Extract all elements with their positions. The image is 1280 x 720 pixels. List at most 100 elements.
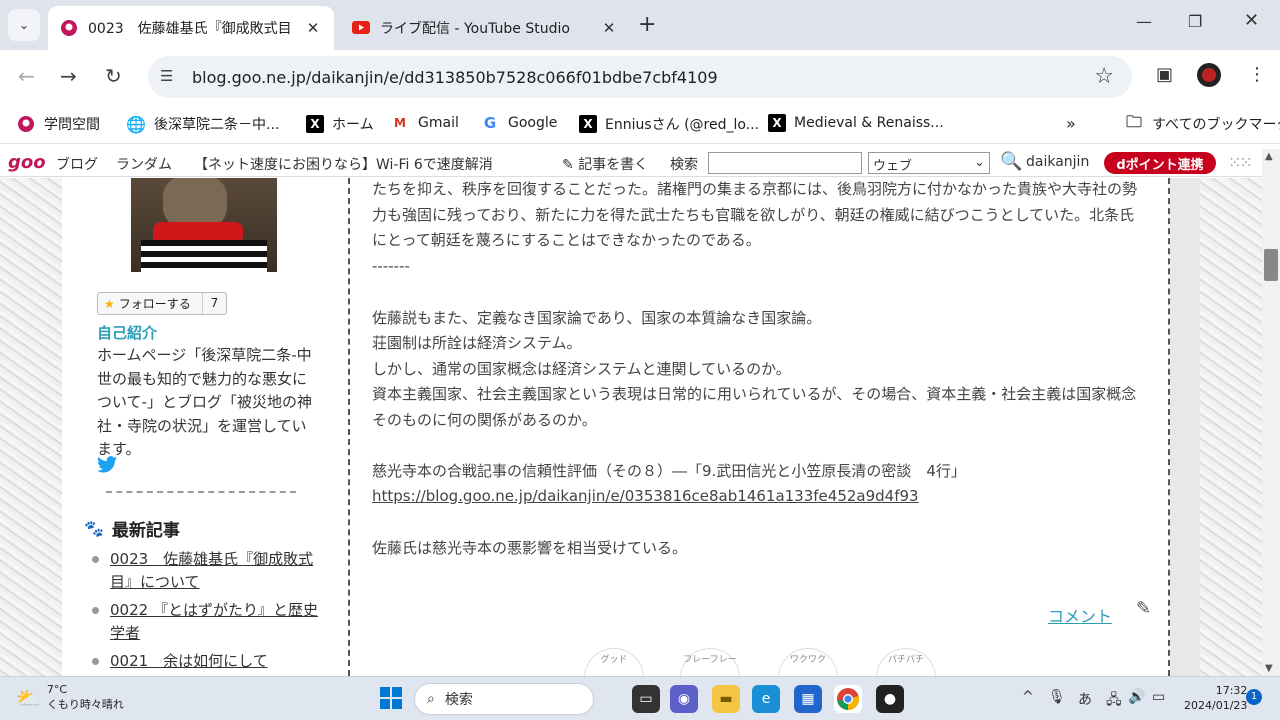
new-tab-button[interactable]: +: [638, 12, 656, 37]
notification-badge[interactable]: 1: [1246, 689, 1262, 705]
scroll-down-icon[interactable]: ▼: [1265, 663, 1273, 674]
bookmark-item[interactable]: M Gmail: [390, 114, 459, 132]
tab-search-button[interactable]: ⌄: [8, 9, 40, 41]
profile-image: [131, 178, 277, 272]
tab-youtube[interactable]: ライブ配信 - YouTube Studio ✕: [340, 6, 630, 50]
article-body: たちを抑え、秩序を回復することだった。諸権門の集まる京都には、後鳥羽院方に付かな…: [348, 178, 1170, 676]
ime-indicator[interactable]: あ: [1078, 689, 1092, 709]
bookmark-star-icon[interactable]: ☆: [1094, 64, 1114, 89]
article-link[interactable]: https://blog.goo.ne.jp/daikanjin/e/03538…: [372, 487, 919, 505]
reaction-excited-button[interactable]: ワクワク: [778, 648, 838, 676]
google-icon: G: [483, 114, 497, 132]
apps-grid-icon[interactable]: ⁙⁙: [1228, 153, 1253, 172]
search-label: 検索: [444, 692, 473, 708]
promo-link[interactable]: 【ネット速度にお困りなら】Wi-Fi 6で速度解消: [194, 154, 493, 174]
microphone-icon[interactable]: 🎙: [1048, 689, 1066, 705]
edge-icon[interactable]: e: [752, 685, 780, 713]
chevron-down-icon: ⌄: [18, 18, 30, 32]
bookmark-item[interactable]: X Medieval & Renaiss...: [768, 114, 944, 132]
random-link[interactable]: ランダム: [116, 154, 172, 174]
write-article-link[interactable]: ✎ 記事を書く: [562, 154, 648, 174]
chrome-icon[interactable]: [834, 685, 862, 713]
user-icon: 🔍: [1000, 151, 1023, 172]
site-info-icon[interactable]: ☰: [160, 67, 173, 85]
scrollbar-thumb[interactable]: [1264, 249, 1278, 281]
obs-icon[interactable]: ●: [876, 685, 904, 713]
dpoint-button[interactable]: dポイント連携: [1104, 152, 1216, 174]
folder-icon: 🗀: [1125, 111, 1142, 131]
bookmark-item[interactable]: X ホーム: [306, 114, 374, 134]
back-icon[interactable]: ←: [18, 64, 35, 88]
x-icon: X: [306, 115, 324, 133]
follow-label: フォローする: [118, 297, 191, 311]
list-item: 0021 余は如何にして: [92, 650, 332, 673]
bookmark-item[interactable]: X Enniusさん (@red_lo...: [579, 114, 759, 134]
all-bookmarks[interactable]: 🗀 すべてのブックマーク: [1124, 111, 1280, 134]
x-icon: X: [579, 115, 597, 133]
bookmark-label: Gmail: [418, 115, 459, 131]
bookmark-label: Medieval & Renaiss...: [794, 115, 944, 131]
reaction-good-button[interactable]: グッド: [584, 648, 644, 676]
latest-articles-heading: 🐾 最新記事: [84, 516, 180, 541]
start-button[interactable]: [380, 687, 402, 709]
window-close-icon[interactable]: ✕: [1244, 10, 1259, 31]
twitter-icon[interactable]: [97, 456, 117, 478]
avatar[interactable]: [1196, 62, 1222, 93]
battery-icon[interactable]: ▭: [1152, 689, 1165, 705]
bookmark-item[interactable]: G Google: [480, 114, 558, 132]
side-panel-icon[interactable]: ▣: [1156, 64, 1173, 85]
self-intro-text: ホームページ「後深草院二条-中世の最も知的で魅力的な悪女について-」とブログ「被…: [97, 346, 312, 458]
reaction-clap-button[interactable]: パチパチ: [876, 648, 936, 676]
pen-icon[interactable]: ✎: [1136, 598, 1151, 619]
minimize-icon[interactable]: —: [1136, 12, 1152, 31]
latest-article-link[interactable]: 0023 佐藤雄基氏『御成敗式目』について: [110, 548, 332, 594]
store-icon[interactable]: ▦: [794, 685, 822, 713]
page-scrollbar[interactable]: ▲ ▼: [1262, 149, 1280, 676]
weather-widget[interactable]: ⛅ 7°C くもり時々晴れ: [16, 683, 124, 712]
article-link-line: https://blog.goo.ne.jp/daikanjin/e/03538…: [372, 484, 1142, 510]
follow-count: 7: [202, 293, 226, 314]
paw-icon: 🐾: [84, 519, 104, 538]
url-text: blog.goo.ne.jp/daikanjin/e/dd313850b7528…: [192, 67, 718, 87]
article-paragraph: 慈光寺本の合戦記事の信頼性評価（その８）―「9.武田信光と小笠原長清の密談 4行…: [372, 462, 966, 480]
clock[interactable]: 17:32 2024/01/23: [1184, 683, 1247, 713]
tab-title: 0023 佐藤雄基氏『御成敗式目: [88, 21, 292, 37]
goo-header-bar: goo ブログ ランダム 【ネット速度にお困りなら】Wi-Fi 6で速度解消 ✎…: [0, 149, 1262, 177]
goo-logo[interactable]: goo: [8, 152, 46, 173]
article-separator: -------: [372, 257, 410, 275]
follow-button[interactable]: ★ フォローする 7: [97, 292, 227, 315]
bookmark-item[interactable]: 🌐 後深草院二条－中...: [126, 114, 279, 134]
search-input[interactable]: [708, 152, 862, 174]
close-icon[interactable]: ✕: [304, 19, 322, 37]
weather-text: くもり時々晴れ: [46, 698, 124, 711]
bookmark-label: Enniusさん (@red_lo...: [605, 117, 760, 133]
restore-icon[interactable]: ❐: [1188, 12, 1202, 31]
blog-link[interactable]: ブログ: [56, 154, 98, 174]
chevron-down-icon: ⌄: [974, 155, 985, 170]
tray-overflow-icon[interactable]: ^: [1022, 689, 1034, 705]
article-paragraph: 資本主義国家、社会主義国家という表現は日常的に用いられているが、その場合、資本主…: [372, 385, 1137, 429]
teams-icon[interactable]: ◉: [670, 685, 698, 713]
latest-article-link[interactable]: 0022 『とはずがたり』と歴史学者: [110, 599, 332, 645]
username[interactable]: daikanjin: [1026, 154, 1089, 170]
network-icon[interactable]: 🖧: [1106, 689, 1122, 713]
search-scope-select[interactable]: ウェブ ⌄: [868, 152, 990, 174]
reaction-cheer-button[interactable]: フレーフレー: [680, 648, 740, 676]
scroll-up-icon[interactable]: ▲: [1265, 151, 1273, 162]
close-icon[interactable]: ✕: [600, 19, 618, 37]
reload-icon[interactable]: ↻: [105, 64, 122, 88]
task-view-icon[interactable]: ▭: [632, 685, 660, 713]
latest-article-link[interactable]: 0021 余は如何にして: [110, 650, 332, 673]
address-bar[interactable]: ☰ blog.goo.ne.jp/daikanjin/e/dd313850b75…: [148, 56, 1132, 98]
comment-link[interactable]: コメント: [1048, 603, 1112, 627]
forward-icon[interactable]: →: [60, 64, 77, 88]
tab-blog[interactable]: 0023 佐藤雄基氏『御成敗式目 ✕: [48, 6, 334, 50]
taskbar-search[interactable]: ⌕ 検索: [414, 683, 594, 715]
file-explorer-icon[interactable]: ▬: [712, 685, 740, 713]
volume-icon[interactable]: 🔊: [1128, 689, 1145, 705]
sidebar-divider: [106, 491, 296, 493]
bookmark-item[interactable]: 学問空間: [16, 114, 100, 134]
more-bookmarks-icon[interactable]: »: [1066, 114, 1076, 133]
bookmark-label: 学問空間: [44, 117, 100, 133]
menu-dots-icon[interactable]: ⋮: [1248, 64, 1266, 85]
